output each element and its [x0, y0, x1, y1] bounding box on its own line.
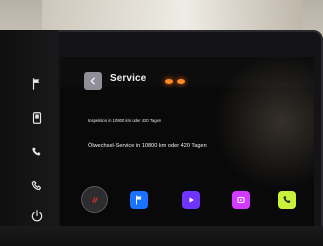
flag-icon: [136, 195, 142, 205]
brand-button[interactable]: [82, 187, 107, 212]
light-dot: [177, 79, 185, 84]
brand-icon: [91, 197, 98, 202]
phone-icon: [283, 196, 291, 203]
bottom-bezel: [0, 226, 323, 246]
play-icon: [189, 197, 194, 203]
title-bar: Service: [60, 57, 314, 90]
phone-icon[interactable]: [28, 143, 46, 161]
light-dot: [165, 79, 173, 84]
bottom-dock: [82, 187, 314, 222]
nav-button[interactable]: [130, 191, 148, 209]
media-button[interactable]: [182, 191, 200, 209]
left-hardware-buttons: [28, 75, 48, 225]
screen: Service Inspektion in 10800 km oder 420 …: [60, 57, 314, 226]
flag-icon[interactable]: [28, 75, 46, 93]
power-icon[interactable]: [28, 207, 46, 225]
service-line-1: Inspektion in 10800 km oder 420 Tagen: [88, 118, 162, 123]
back-button[interactable]: [84, 72, 102, 90]
media-icon: [237, 197, 245, 203]
apps-button[interactable]: [232, 191, 250, 209]
phone-outline-icon[interactable]: [28, 177, 46, 195]
service-line-2: Ölwechsel-Service in 10800 km oder 420 T…: [88, 143, 207, 149]
device-icon[interactable]: [28, 109, 46, 127]
page-title: Service: [110, 73, 147, 84]
phone-button[interactable]: [278, 191, 296, 209]
reflection-lights: [163, 76, 193, 86]
chevron-left-icon: [90, 77, 95, 85]
